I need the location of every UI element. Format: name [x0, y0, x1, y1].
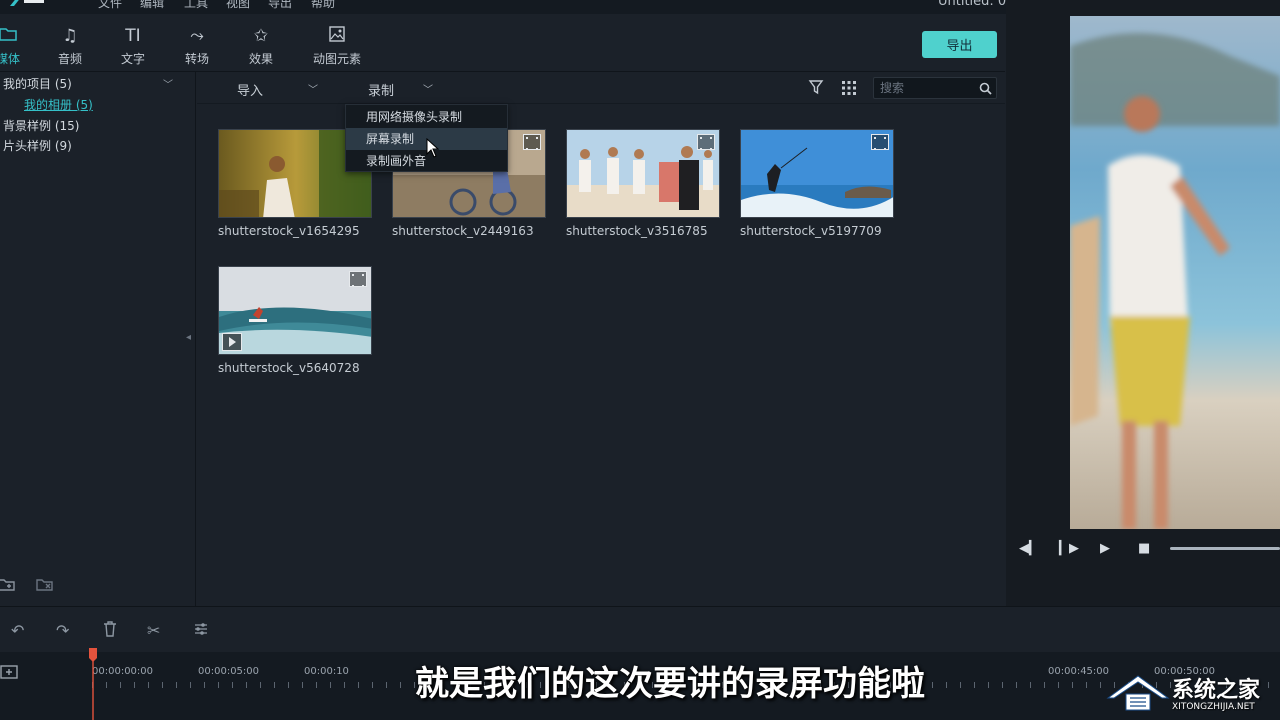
library-toolbar: 导入 ﹀ 录制 ﹀: [197, 72, 1005, 104]
transition-icon: ⤳: [167, 26, 227, 46]
clip-thumbnail[interactable]: [566, 129, 720, 218]
sidebar-item-my-projects[interactable]: 我的项目 (5): [3, 75, 72, 92]
step-forward-icon[interactable]: ▎▶: [1059, 541, 1079, 556]
clip-name: shutterstock_v1654295: [218, 224, 372, 238]
media-clip[interactable]: shutterstock_v5197709: [740, 129, 894, 238]
tab-transition[interactable]: ⤳ 转场: [167, 26, 227, 67]
clip-name: shutterstock_v5197709: [740, 224, 894, 238]
menu-view[interactable]: 视图: [226, 0, 250, 11]
video-clip-icon: [697, 134, 715, 150]
import-button[interactable]: 导入: [237, 80, 263, 99]
menu-help[interactable]: 帮助: [311, 0, 335, 11]
clip-thumbnail[interactable]: [740, 129, 894, 218]
delete-icon[interactable]: [103, 621, 117, 641]
effects-icon: ✩: [231, 26, 291, 46]
menu-file[interactable]: 文件: [98, 0, 122, 11]
tab-label: 文字: [103, 50, 163, 67]
sidebar-item-intro-samples[interactable]: 片头样例 (9): [3, 137, 72, 154]
play-icon[interactable]: ▶: [1100, 541, 1110, 556]
tab-label: 媒体: [0, 50, 38, 67]
play-clip-icon: [222, 333, 242, 351]
menu-item-webcam-record[interactable]: 用网络摄像头录制: [346, 106, 507, 128]
tab-label: 动图元素: [307, 50, 367, 67]
clip-thumbnail[interactable]: [218, 266, 372, 355]
preview-frame: [1070, 16, 1280, 529]
add-track-icon[interactable]: [0, 664, 18, 684]
main-toolbar: 媒体 ♫ 音频 TI 文字 ⤳ 转场 ✩ 效果 动图元素 导出: [0, 14, 1005, 72]
menu-export[interactable]: 导出: [268, 0, 292, 11]
search-box: [873, 77, 997, 99]
text-icon: TI: [103, 26, 163, 46]
tab-effects[interactable]: ✩ 效果: [231, 26, 291, 67]
tab-label: 效果: [231, 50, 291, 67]
adjust-icon[interactable]: [193, 621, 209, 641]
watermark-url: XITONGZHIJIA.NET: [1172, 702, 1255, 712]
chevron-down-icon[interactable]: ﹀: [423, 81, 433, 96]
grid-view-icon[interactable]: [842, 81, 856, 95]
media-library: 导入 ﹀ 录制 ﹀: [197, 72, 1005, 606]
export-button[interactable]: 导出: [922, 31, 997, 58]
menu-tools[interactable]: 工具: [184, 0, 208, 11]
image-element-icon: [307, 26, 367, 46]
timecode-label: 00:00:45:00: [1048, 666, 1109, 677]
clip-name: shutterstock_v5640728: [218, 361, 372, 375]
tab-elements[interactable]: 动图元素: [307, 26, 367, 67]
tab-audio[interactable]: ♫ 音频: [40, 26, 100, 67]
add-folder-icon[interactable]: [0, 576, 16, 596]
folder-icon: [0, 26, 38, 46]
sidebar-item-background-samples[interactable]: 背景样例 (15): [3, 117, 79, 134]
record-button[interactable]: 录制: [368, 80, 394, 99]
media-sidebar: 我的项目 (5) ﹀ 我的相册 (5) 背景样例 (15) 片头样例 (9) ◂: [0, 72, 196, 606]
filter-icon[interactable]: [808, 79, 824, 95]
timecode-label: 00:00:05:00: [198, 666, 259, 677]
video-clip-icon: [871, 134, 889, 150]
watermark-title: 系统之家: [1172, 672, 1260, 704]
chevron-down-icon[interactable]: ﹀: [308, 81, 318, 96]
app-logo-icon: [8, 0, 48, 8]
collapse-sidebar-icon[interactable]: ◂: [186, 332, 191, 343]
playhead[interactable]: [89, 648, 97, 720]
cut-icon[interactable]: ✂: [147, 621, 160, 640]
preview-panel: ◀▎ ▎▶ ▶ ■: [1006, 0, 1280, 606]
chevron-down-icon[interactable]: ﹀: [163, 76, 173, 91]
search-input[interactable]: [880, 80, 976, 96]
mouse-cursor-icon: [426, 138, 440, 158]
video-clip-icon: [523, 134, 541, 150]
video-subtitle: 就是我们的这次要讲的录屏功能啦: [300, 656, 1040, 705]
preview-viewport[interactable]: [1070, 16, 1280, 529]
undo-icon[interactable]: ↶: [11, 621, 24, 640]
media-clip[interactable]: shutterstock_v3516785: [566, 129, 720, 238]
video-clip-icon: [349, 271, 367, 287]
redo-icon[interactable]: ↷: [56, 621, 69, 640]
music-note-icon: ♫: [40, 26, 100, 46]
sidebar-item-my-album[interactable]: 我的相册 (5): [24, 96, 93, 113]
tab-text[interactable]: TI 文字: [103, 26, 163, 67]
preview-progress-slider[interactable]: [1170, 547, 1280, 550]
tab-label: 转场: [167, 50, 227, 67]
timecode-label: 00:00:00:00: [92, 666, 153, 677]
clip-name: shutterstock_v3516785: [566, 224, 720, 238]
search-icon[interactable]: [979, 82, 992, 95]
step-back-icon[interactable]: ◀▎: [1019, 541, 1039, 556]
menu-edit[interactable]: 编辑: [140, 0, 164, 11]
stop-icon[interactable]: ■: [1138, 541, 1150, 556]
clip-name: shutterstock_v2449163: [392, 224, 546, 238]
tab-label: 音频: [40, 50, 100, 67]
video-editor-app: 文件 编辑 工具 视图 导出 帮助 Untitled: 00:00:00:00 …: [0, 0, 1280, 720]
timeline-toolbar: ↶ ↷ ✂: [0, 606, 1280, 652]
tab-media[interactable]: 媒体: [0, 26, 38, 67]
media-clip[interactable]: shutterstock_v5640728: [218, 266, 372, 375]
remove-folder-icon[interactable]: [36, 576, 56, 596]
